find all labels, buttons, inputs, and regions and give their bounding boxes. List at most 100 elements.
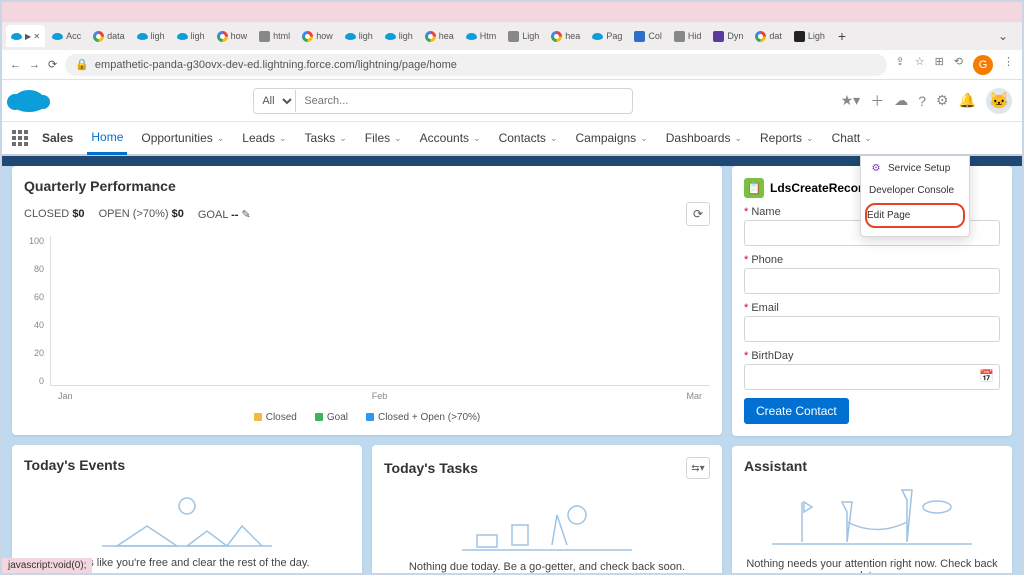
browser-tab[interactable]: ligh xyxy=(132,25,170,47)
sync-icon[interactable]: ⟲ xyxy=(954,55,963,75)
tab-label: ligh xyxy=(191,31,205,41)
tab-label: html xyxy=(273,31,290,41)
nav-tab-leads[interactable]: Leads⌄ xyxy=(238,121,290,155)
todays-tasks-card: Today's Tasks ⇆▾ Nothing due today. Be a… xyxy=(372,445,722,573)
favicon xyxy=(794,31,805,42)
events-title: Today's Events xyxy=(24,457,350,473)
nav-back-icon[interactable]: ← xyxy=(10,59,21,71)
browser-tab[interactable]: Hid xyxy=(669,25,707,47)
tab-label: ligh xyxy=(359,31,373,41)
tab-label: Acc xyxy=(66,31,81,41)
kebab-icon[interactable]: ⋮ xyxy=(1003,55,1014,75)
y-tick: 40 xyxy=(24,320,44,330)
browser-tab[interactable]: Acc xyxy=(47,25,86,47)
url-text: empathetic-panda-g30ovx-dev-ed.lightning… xyxy=(95,59,457,71)
help-icon[interactable]: ? xyxy=(918,93,926,109)
tab-label: data xyxy=(107,31,125,41)
browser-tab[interactable]: Pag xyxy=(587,25,627,47)
create-contact-button[interactable]: Create Contact xyxy=(744,398,849,424)
menu-edit-page[interactable]: Edit Page xyxy=(865,203,965,228)
events-illustration xyxy=(24,481,350,551)
phone-input[interactable] xyxy=(744,268,1000,294)
tab-label: ligh xyxy=(151,31,165,41)
tab-label: how xyxy=(316,31,333,41)
browser-tab[interactable]: how xyxy=(297,25,338,47)
favorite-icon[interactable]: ★▾ xyxy=(841,92,861,109)
salesforce-logo[interactable] xyxy=(12,90,46,112)
nav-tab-files[interactable]: Files⌄ xyxy=(361,121,406,155)
tasks-filter-button[interactable]: ⇆▾ xyxy=(686,457,710,479)
nav-tab-home[interactable]: Home xyxy=(87,121,127,155)
nav-tab-tasks[interactable]: Tasks⌄ xyxy=(301,121,351,155)
url-bar[interactable]: 🔒 empathetic-panda-g30ovx-dev-ed.lightni… xyxy=(65,54,887,76)
star-icon[interactable]: ☆ xyxy=(915,55,925,75)
browser-tab[interactable]: Ligh xyxy=(789,25,830,47)
browser-tab[interactable]: Htm xyxy=(461,25,502,47)
browser-tab[interactable]: ligh xyxy=(172,25,210,47)
browser-tab[interactable]: ligh xyxy=(380,25,418,47)
add-icon[interactable]: ＋ xyxy=(870,91,884,111)
favicon xyxy=(345,33,356,40)
browser-tab[interactable]: html xyxy=(254,25,295,47)
nav-tab-dashboards[interactable]: Dashboards⌄ xyxy=(662,121,746,155)
tasks-message: Nothing due today. Be a go-getter, and c… xyxy=(384,561,710,573)
email-input[interactable] xyxy=(744,316,1000,342)
notification-bell-icon[interactable]: 🔔 xyxy=(959,92,976,109)
closed-value: $0 xyxy=(72,208,84,220)
browser-tab[interactable]: data xyxy=(88,25,130,47)
chevron-down-icon: ⌄ xyxy=(394,133,402,144)
browser-tab[interactable]: hea xyxy=(546,25,585,47)
browser-tab[interactable]: ligh xyxy=(340,25,378,47)
favicon xyxy=(425,31,436,42)
share-icon[interactable]: ⇪ xyxy=(895,55,904,75)
tabs-overflow-button[interactable]: ⌄ xyxy=(988,29,1018,43)
profile-avatar[interactable]: G xyxy=(973,55,993,75)
setup-gear-icon[interactable]: ⚙ xyxy=(936,92,949,109)
browser-tab[interactable]: Col xyxy=(629,25,667,47)
salesforce-help-cloud-icon[interactable]: ☁ xyxy=(894,92,908,109)
chevron-down-icon: ⌄ xyxy=(550,133,558,144)
menu-developer-console[interactable]: Developer Console xyxy=(869,180,961,201)
browser-tab[interactable]: Ligh xyxy=(503,25,544,47)
chevron-down-icon: ⌄ xyxy=(339,133,347,144)
nav-tab-reports[interactable]: Reports⌄ xyxy=(756,121,818,155)
chevron-down-icon: ⌄ xyxy=(279,133,287,144)
nav-tab-opportunities[interactable]: Opportunities⌄ xyxy=(137,121,228,155)
nav-tab-campaigns[interactable]: Campaigns⌄ xyxy=(571,121,651,155)
nav-reload-icon[interactable]: ⟳ xyxy=(48,58,57,71)
browser-tab[interactable]: how xyxy=(212,25,253,47)
search-scope[interactable]: All xyxy=(254,90,296,112)
nav-tab-accounts[interactable]: Accounts⌄ xyxy=(416,121,485,155)
custom-component-icon: 📋 xyxy=(744,178,764,198)
nav-fwd-icon[interactable]: → xyxy=(29,59,40,71)
tab-label: Ligh xyxy=(522,31,539,41)
favicon xyxy=(385,33,396,40)
new-tab-button[interactable]: + xyxy=(832,26,852,46)
calendar-icon[interactable]: 📅 xyxy=(979,369,994,383)
legend-goal: Goal xyxy=(315,412,348,423)
tab-label: Hid xyxy=(688,31,702,41)
y-tick: 80 xyxy=(24,264,44,274)
extension-icon[interactable]: ⊞ xyxy=(935,55,944,75)
browser-tab[interactable]: Dyn xyxy=(708,25,748,47)
assistant-illustration xyxy=(744,482,1000,552)
browser-tab[interactable]: dat xyxy=(750,25,787,47)
refresh-button[interactable]: ⟳ xyxy=(686,202,710,226)
tab-label: Htm xyxy=(480,31,497,41)
user-avatar[interactable]: 🐱 xyxy=(986,88,1012,114)
browser-tab[interactable]: hea xyxy=(420,25,459,47)
global-search[interactable]: All xyxy=(253,88,633,114)
app-launcher-icon[interactable] xyxy=(12,130,28,146)
favicon xyxy=(755,31,766,42)
menu-service-setup[interactable]: ⚙Service Setup xyxy=(869,156,961,180)
birthday-input[interactable] xyxy=(744,364,1000,390)
nav-tab-contacts[interactable]: Contacts⌄ xyxy=(495,121,562,155)
assistant-title: Assistant xyxy=(744,458,1000,474)
app-name: Sales xyxy=(42,131,73,145)
nav-tab-chatt[interactable]: Chatt⌄ xyxy=(828,121,876,155)
assistant-card: Assistant Nothing needs your attention r… xyxy=(732,446,1012,573)
browser-tab[interactable]: ▶ ✕ xyxy=(6,25,45,47)
x-tick: Mar xyxy=(687,391,703,401)
email-label: Email xyxy=(744,302,1000,314)
search-input[interactable] xyxy=(296,95,632,107)
